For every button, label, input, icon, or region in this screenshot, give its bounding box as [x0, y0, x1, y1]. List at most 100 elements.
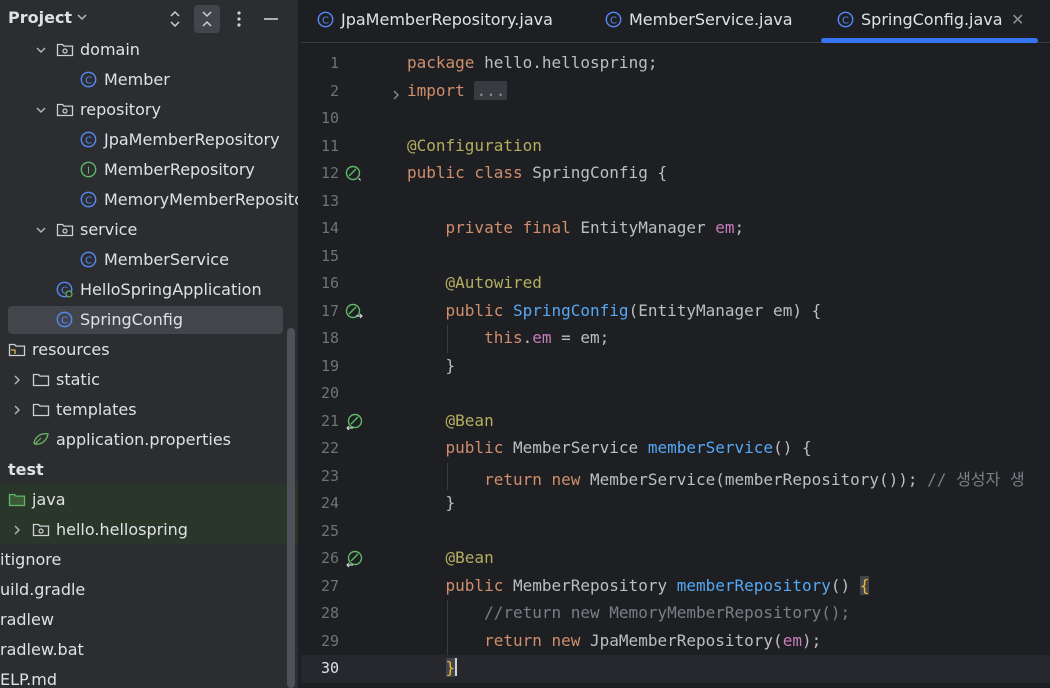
tree-item-gradlew-bat[interactable]: radlew.bat [0, 634, 298, 664]
tree-item-memberrepository[interactable]: I MemberRepository [0, 154, 298, 184]
chevron-right-icon[interactable] [10, 372, 24, 386]
tree-item-memorymemberrepository[interactable]: C MemoryMemberRepositor [0, 184, 298, 214]
chevron-down-icon[interactable] [76, 11, 88, 23]
code-line[interactable]: 20 [301, 380, 1050, 408]
code-line[interactable]: 29 return new JpaMemberRepository(em); [301, 628, 1050, 656]
hide-panel-icon[interactable] [258, 5, 284, 33]
spring-leaf-icon [32, 431, 49, 448]
code-line[interactable]: 10 [301, 105, 1050, 133]
svg-text:C: C [322, 16, 329, 27]
line-number: 15 [320, 246, 339, 265]
tab-label: JpaMemberRepository.java [341, 10, 553, 29]
fold-expand-icon[interactable] [390, 86, 402, 99]
tree-item-application-properties[interactable]: application.properties [0, 424, 298, 454]
tree-item-label: radlew [0, 610, 54, 629]
tree-item-static[interactable]: static [0, 364, 298, 394]
code-line[interactable]: 22 public MemberService memberService() … [301, 435, 1050, 463]
project-scrollbar[interactable] [287, 328, 295, 688]
chevron-down-icon[interactable] [34, 102, 48, 116]
tree-item-hellospringapplication[interactable]: C HelloSpringApplication [0, 274, 298, 304]
line-number: 10 [320, 109, 339, 127]
autowired-icon[interactable] [345, 303, 363, 321]
code-token: return new [484, 469, 581, 489]
chevron-down-icon[interactable] [34, 42, 48, 56]
tree-item-gitignore[interactable]: itignore [0, 544, 298, 574]
tree-item-build-gradle[interactable]: uild.gradle [0, 574, 298, 604]
code-line[interactable]: 14 private final EntityManager em; [301, 215, 1050, 243]
line-number: 29 [320, 631, 339, 650]
code-line[interactable]: 25 [301, 518, 1050, 546]
code-line[interactable]: 17 public SpringConfig(EntityManager em)… [301, 298, 1050, 326]
tab-memberservice[interactable]: C MemberService.java [605, 0, 805, 43]
tree-item-domain[interactable]: domain [0, 34, 298, 64]
tab-springconfig[interactable]: C SpringConfig.java [837, 0, 1037, 43]
code-token: em [532, 328, 552, 347]
tree-item-service[interactable]: service [0, 214, 298, 244]
more-options-icon[interactable] [226, 5, 252, 33]
code-line[interactable]: 16 @Autowired [301, 270, 1050, 298]
project-title[interactable]: Project [8, 8, 72, 27]
code-line[interactable]: 1 package hello.hellospring; [301, 50, 1050, 78]
code-line[interactable]: 28 //return new MemoryMemberRepository()… [301, 600, 1050, 628]
chevron-right-icon[interactable] [10, 522, 24, 536]
tree-item-gradlew[interactable]: radlew [0, 604, 298, 634]
code-line[interactable]: 23 return new MemberService(memberReposi… [301, 463, 1050, 491]
tree-item-templates[interactable]: templates [0, 394, 298, 424]
svg-text:C: C [85, 256, 92, 267]
code-line[interactable]: 11 @Configuration [301, 133, 1050, 161]
indent-guide [447, 325, 448, 353]
tree-item-java[interactable]: java [0, 484, 298, 514]
tab-jpamemberrepository[interactable]: C JpaMemberRepository.java [317, 0, 567, 43]
tree-item-jpamemberrepository[interactable]: C JpaMemberRepository [0, 124, 298, 154]
code-token: @Autowired [445, 273, 542, 292]
code-line[interactable]: 21 @Bean [301, 408, 1050, 436]
code-text: return new MemberService(memberRepositor… [407, 466, 1025, 490]
tree-item-hello-hellospring[interactable]: hello.hellospring [0, 514, 298, 544]
collapse-all-icon[interactable] [194, 5, 220, 33]
code-line[interactable]: 18 this.em = em; [301, 325, 1050, 353]
tree-item-memberservice[interactable]: C MemberService [0, 244, 298, 274]
tree-item-test[interactable]: test [0, 454, 298, 484]
code-line[interactable]: 13 [301, 188, 1050, 216]
chevron-down-icon[interactable] [34, 222, 48, 236]
bean-config-icon[interactable] [345, 165, 363, 183]
code-line[interactable]: 19 } [301, 353, 1050, 381]
tree-item-label: java [32, 490, 66, 509]
line-number: 1 [329, 54, 339, 72]
tree-item-label: MemberRepository [104, 160, 255, 179]
tree-item-repository[interactable]: repository [0, 94, 298, 124]
code-line[interactable]: 12 public class SpringConfig { [301, 160, 1050, 188]
code-token: @Bean [445, 548, 494, 567]
tree-item-springconfig[interactable]: C SpringConfig [0, 304, 298, 334]
code-line[interactable]: 30 } [301, 655, 1050, 683]
code-token: // 생성자 생 [927, 469, 1025, 489]
tree-item-label: Member [104, 70, 170, 89]
close-icon[interactable]: ✕ [1011, 10, 1024, 29]
code-line[interactable]: 24 } [301, 490, 1050, 518]
svg-text:C: C [610, 16, 617, 27]
code-line[interactable]: 31} [301, 683, 1050, 688]
chevron-right-icon[interactable] [10, 402, 24, 416]
line-number: 13 [320, 191, 339, 210]
text-caret [455, 658, 458, 676]
code-text: @Autowired [407, 273, 542, 292]
bean-method-icon[interactable] [345, 413, 363, 431]
code-text: @Configuration [407, 136, 542, 155]
tree-item-member[interactable]: C Member [0, 64, 298, 94]
code-line[interactable]: 26 @Bean [301, 545, 1050, 573]
code-text: } [407, 356, 456, 375]
tree-item-label: JpaMemberRepository [104, 130, 280, 149]
test-folder-icon [8, 491, 26, 508]
tree-item-resources[interactable]: resources [0, 334, 298, 364]
code-line[interactable]: 27 public MemberRepository memberReposit… [301, 573, 1050, 601]
code-line[interactable]: 2 import ... [301, 78, 1050, 106]
expand-collapse-icon[interactable] [162, 5, 188, 33]
bean-method-icon[interactable] [345, 550, 363, 568]
tree-item-help-md[interactable]: ELP.md [0, 664, 298, 688]
code-line[interactable]: 15 [301, 243, 1050, 271]
